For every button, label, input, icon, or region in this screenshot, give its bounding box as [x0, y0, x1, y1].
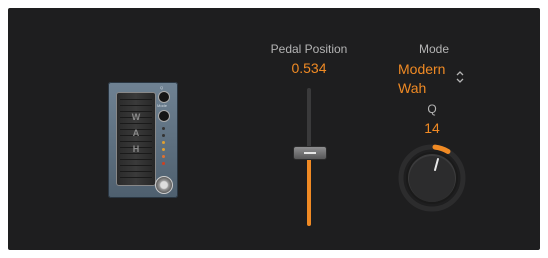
- pedal-q-knob-icon: [158, 91, 170, 103]
- pedal-led: [162, 148, 165, 151]
- pedal-led: [162, 155, 165, 158]
- slider-grip-icon: [304, 152, 316, 155]
- mode-value-line2: Wah: [398, 80, 427, 96]
- pedal-led: [162, 134, 165, 137]
- mode-label: Mode: [418, 42, 450, 56]
- pedal-position-label: Pedal Position: [270, 42, 348, 56]
- mode-select[interactable]: Modern Wah: [398, 60, 458, 98]
- pedal-position-slider-thumb[interactable]: [293, 146, 327, 161]
- pedal-footswitch-icon: [155, 176, 173, 194]
- pedal-mode-label: Mode: [157, 103, 168, 108]
- chevron-updown-icon[interactable]: [454, 70, 466, 84]
- pedal-letter-a: A: [132, 128, 140, 138]
- pedal-position-slider-fill: [307, 152, 311, 226]
- pedal-led: [162, 127, 165, 130]
- plugin-panel: W A H Q Mode Pedal Position 0.534 Mode M…: [8, 8, 540, 250]
- wah-pedal-graphic: W A H Q Mode: [108, 82, 178, 198]
- q-label: Q: [427, 102, 437, 116]
- mode-value-line1: Modern: [398, 61, 446, 77]
- q-value[interactable]: 14: [412, 120, 452, 136]
- pedal-led: [162, 141, 165, 144]
- pedal-position-value[interactable]: 0.534: [274, 60, 344, 76]
- pedal-led: [162, 162, 165, 165]
- q-knob[interactable]: [398, 144, 466, 212]
- pedal-mode-knob-icon: [158, 110, 170, 122]
- pedal-letter-h: H: [132, 144, 140, 154]
- q-knob-dial: [398, 144, 466, 212]
- pedal-wordmark: W A H: [130, 109, 142, 157]
- pedal-letter-w: W: [131, 112, 141, 122]
- pedal-q-label: Q: [160, 85, 164, 90]
- pedal-treadle: W A H: [116, 92, 156, 186]
